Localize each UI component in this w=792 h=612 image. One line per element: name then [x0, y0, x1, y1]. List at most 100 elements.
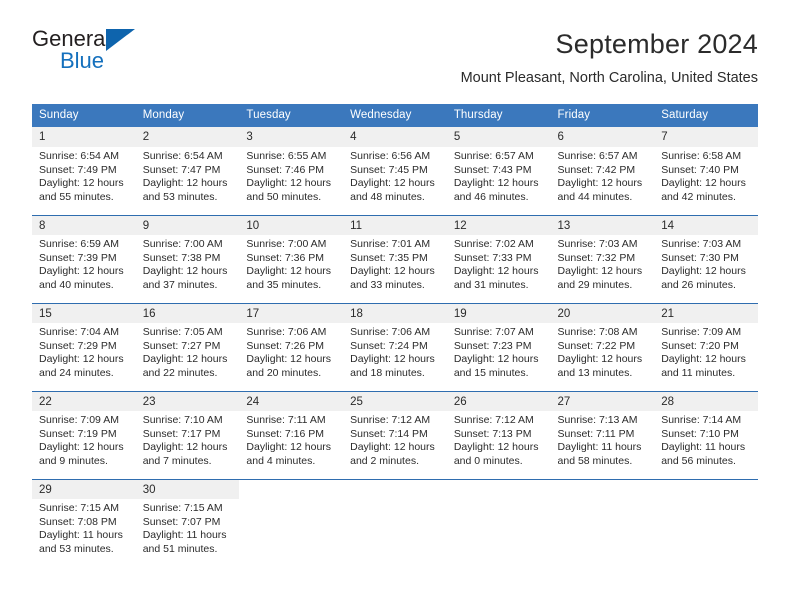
- daylight-text: Daylight: 12 hours: [350, 177, 435, 190]
- day-number-cell[interactable]: 8: [32, 214, 136, 235]
- sunset-text: Sunset: 7:32 PM: [557, 251, 636, 264]
- sunset-text: Sunset: 7:08 PM: [39, 515, 117, 528]
- week-daynumber-row: 1234567: [32, 127, 758, 147]
- day-number-cell[interactable]: 28: [654, 390, 758, 411]
- day-number-cell[interactable]: 6: [550, 127, 655, 147]
- day-number-cell[interactable]: 13: [550, 214, 655, 235]
- daylight-text: and 46 minutes.: [453, 190, 529, 203]
- day-detail-cell: Sunrise: 7:03 AM Sunset: 7:32 PM Daylight:…: [550, 235, 655, 303]
- day-number-cell[interactable]: 23: [135, 390, 240, 411]
- day-number-cell[interactable]: 20: [550, 302, 655, 323]
- sunset-text: Sunset: 7:10 PM: [661, 427, 739, 440]
- sunset-text: Sunset: 7:36 PM: [246, 251, 325, 264]
- day-number-cell[interactable]: 3: [239, 127, 344, 147]
- calendar-container: Sunday Monday Tuesday Wednesday Thursday Frid…: [32, 104, 758, 567]
- daylight-text: and 50 minutes.: [246, 190, 322, 203]
- day-number-cell[interactable]: 10: [239, 214, 344, 235]
- day-number-cell[interactable]: 5: [446, 127, 551, 147]
- day-detail-cell: Sunrise: 7:14 AM Sunset: 7:10 PM Daylight:…: [654, 411, 758, 479]
- day-detail-cell: Sunrise: 6:56 AM Sunset: 7:45 PM Daylight:…: [343, 147, 447, 215]
- week-detail-row: Sunrise: 7:04 AM Sunset: 7:29 PM Daylight:…: [32, 323, 758, 391]
- day-number-cell[interactable]: 19: [446, 302, 551, 323]
- sunrise-text: Sunrise: 6:54 AM: [39, 150, 119, 162]
- day-number-cell[interactable]: 14: [654, 214, 758, 235]
- day-number-cell[interactable]: 4: [343, 127, 447, 147]
- sunrise-text: Sunrise: 7:11 AM: [246, 414, 326, 426]
- day-number-cell[interactable]: 16: [135, 302, 240, 323]
- weekday-header-saturday: Saturday: [654, 104, 758, 127]
- day-number-cell[interactable]: 11: [343, 214, 447, 235]
- daylight-text: and 35 minutes.: [246, 278, 322, 291]
- general-blue-logo[interactable]: General Blue: [32, 26, 182, 78]
- sunset-text: Sunset: 7:22 PM: [557, 339, 636, 352]
- day-number-empty: [239, 478, 344, 499]
- sunset-text: Sunset: 7:13 PM: [453, 427, 532, 440]
- day-number-cell[interactable]: 7: [654, 127, 758, 147]
- daylight-text: and 24 minutes.: [39, 366, 114, 379]
- sunrise-text: Sunrise: 6:57 AM: [453, 150, 534, 162]
- daylight-text: Daylight: 12 hours: [142, 177, 228, 190]
- day-number-cell[interactable]: 21: [654, 302, 758, 323]
- sunset-text: Sunset: 7:42 PM: [557, 163, 636, 176]
- sunset-text: Sunset: 7:17 PM: [142, 427, 221, 440]
- day-number-cell[interactable]: 22: [32, 390, 136, 411]
- daylight-text: Daylight: 12 hours: [246, 177, 332, 190]
- daylight-text: Daylight: 12 hours: [142, 441, 228, 454]
- sunrise-text: Sunrise: 6:58 AM: [661, 150, 742, 162]
- day-detail-cell: Sunrise: 7:01 AM Sunset: 7:35 PM Daylight:…: [343, 235, 447, 303]
- daylight-text: Daylight: 12 hours: [661, 265, 746, 278]
- daylight-text: and 51 minutes.: [142, 542, 218, 555]
- logo-text-blue: Blue: [60, 48, 105, 73]
- weekday-header-sunday: Sunday: [32, 104, 136, 127]
- sunrise-text: Sunrise: 6:59 AM: [39, 238, 119, 250]
- day-detail-cell: Sunrise: 6:58 AM Sunset: 7:40 PM Daylight:…: [654, 147, 758, 215]
- day-detail-cell: Sunrise: 7:02 AM Sunset: 7:33 PM Daylight:…: [446, 235, 551, 303]
- day-number-cell[interactable]: 30: [135, 478, 240, 499]
- sunset-text: Sunset: 7:47 PM: [142, 163, 221, 176]
- day-detail-cell: Sunrise: 7:12 AM Sunset: 7:14 PM Daylight:…: [343, 411, 447, 479]
- page-header: General Blue September 2024 Mount Pleasa…: [0, 0, 792, 86]
- daylight-text: and 18 minutes.: [350, 366, 425, 379]
- daylight-text: and 29 minutes.: [557, 278, 633, 291]
- daylight-text: and 4 minutes.: [246, 454, 316, 467]
- day-detail-cell: Sunrise: 7:07 AM Sunset: 7:23 PM Daylight:…: [446, 323, 551, 391]
- sunrise-text: Sunrise: 7:00 AM: [142, 238, 223, 250]
- daylight-text: and 42 minutes.: [661, 190, 736, 203]
- day-number-cell[interactable]: 29: [32, 478, 136, 499]
- daylight-text: Daylight: 12 hours: [350, 441, 435, 454]
- day-number-cell[interactable]: 18: [343, 302, 447, 323]
- daylight-text: and 9 minutes.: [39, 454, 108, 467]
- calendar-page: General Blue September 2024 Mount Pleasa…: [0, 0, 792, 612]
- sunset-text: Sunset: 7:27 PM: [142, 339, 221, 352]
- day-detail-cell: Sunrise: 7:09 AM Sunset: 7:19 PM Daylight:…: [32, 411, 136, 479]
- weekday-header-tuesday: Tuesday: [239, 104, 344, 127]
- sunrise-text: Sunrise: 7:01 AM: [350, 238, 431, 250]
- sunset-text: Sunset: 7:19 PM: [39, 427, 117, 440]
- sunrise-text: Sunrise: 7:00 AM: [246, 238, 327, 250]
- day-number-cell[interactable]: 9: [135, 214, 240, 235]
- daylight-text: Daylight: 12 hours: [453, 353, 539, 366]
- daylight-text: Daylight: 11 hours: [661, 441, 746, 454]
- sunrise-text: Sunrise: 7:05 AM: [142, 326, 223, 338]
- sunrise-text: Sunrise: 6:56 AM: [350, 150, 431, 162]
- weekday-header-friday: Friday: [550, 104, 655, 127]
- day-detail-empty: [654, 499, 758, 567]
- day-number-cell[interactable]: 25: [343, 390, 447, 411]
- day-number-cell[interactable]: 26: [446, 390, 551, 411]
- daylight-text: and 26 minutes.: [661, 278, 736, 291]
- day-number-cell[interactable]: 1: [32, 127, 136, 147]
- day-number-cell[interactable]: 2: [135, 127, 240, 147]
- day-number-cell[interactable]: 24: [239, 390, 344, 411]
- daylight-text: Daylight: 11 hours: [39, 529, 123, 542]
- day-detail-cell: Sunrise: 6:57 AM Sunset: 7:43 PM Daylight:…: [446, 147, 551, 215]
- day-number-cell[interactable]: 15: [32, 302, 136, 323]
- daylight-text: Daylight: 12 hours: [142, 353, 228, 366]
- daylight-text: Daylight: 12 hours: [557, 177, 643, 190]
- daylight-text: Daylight: 12 hours: [39, 265, 124, 278]
- day-number-cell[interactable]: 27: [550, 390, 655, 411]
- location-subtitle: Mount Pleasant, North Carolina, United S…: [460, 70, 758, 86]
- day-number-cell[interactable]: 17: [239, 302, 344, 323]
- daylight-text: Daylight: 12 hours: [557, 353, 643, 366]
- daylight-text: and 15 minutes.: [453, 366, 529, 379]
- day-number-cell[interactable]: 12: [446, 214, 551, 235]
